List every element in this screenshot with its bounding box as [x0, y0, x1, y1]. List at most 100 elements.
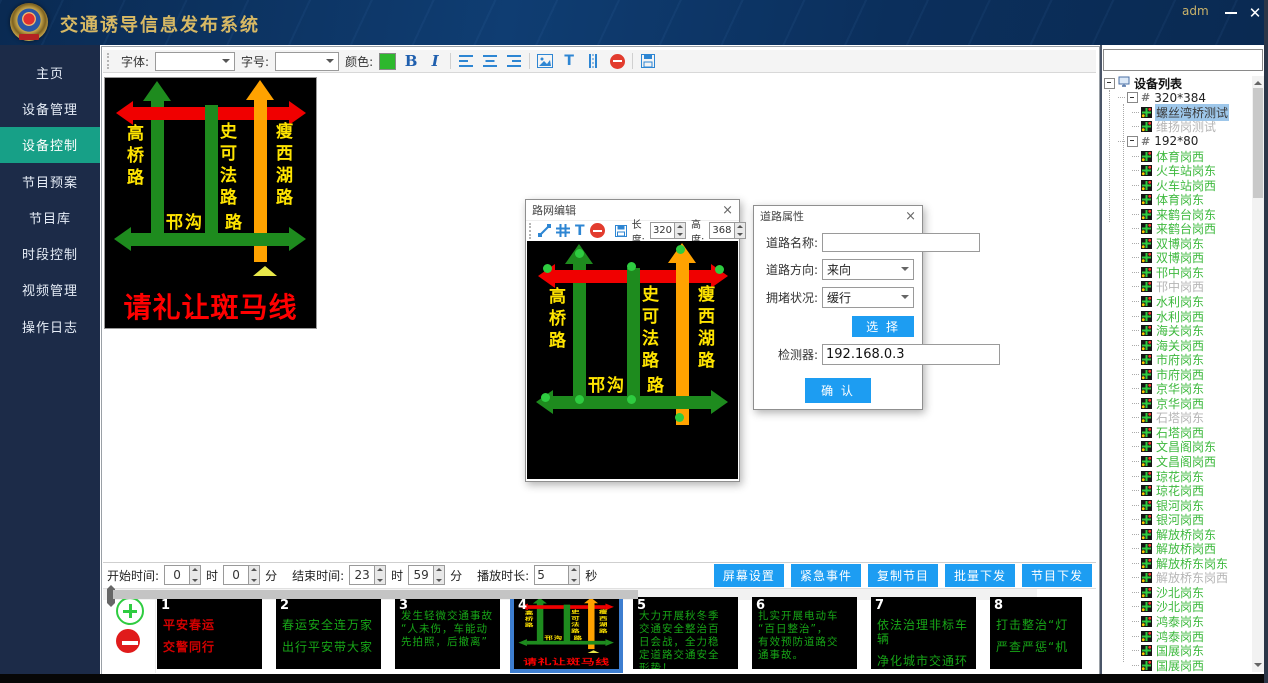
tree-group-label[interactable]: 320*384: [1153, 91, 1207, 105]
text-tool-icon[interactable]: T: [575, 222, 585, 239]
tree-root-label[interactable]: 设备列表: [1133, 76, 1183, 92]
device-search-input[interactable]: [1103, 49, 1263, 71]
playlist-item-4[interactable]: 高桥路史可法路瘦西湖路邗沟路请礼让斑马线4: [514, 597, 619, 669]
edit-handle-dot[interactable]: [676, 245, 685, 254]
height-stepper[interactable]: 368: [709, 222, 745, 239]
close-icon[interactable]: ✕: [1246, 4, 1264, 22]
playlist-item-8[interactable]: 打击整治“灯严查严惩“机8: [990, 597, 1082, 669]
end-hour-stepper[interactable]: 23: [349, 565, 386, 585]
sidebar-item-2[interactable]: 设备管理: [0, 90, 100, 126]
schedule-action-button-2[interactable]: 紧急事件: [791, 564, 861, 587]
edit-handle-dot[interactable]: [675, 413, 684, 422]
road-direction-select[interactable]: 来向: [822, 259, 914, 280]
tree-expander[interactable]: [1104, 78, 1115, 89]
device-tree-item[interactable]: 维扬岗测试: [1155, 118, 1217, 135]
traffic-signal-icon: [1141, 238, 1152, 249]
edit-handle-dot[interactable]: [627, 262, 636, 271]
start-hour-stepper[interactable]: 0: [164, 565, 201, 585]
close-icon[interactable]: ×: [722, 204, 733, 217]
road-label-bottom_road_left: 邗沟: [166, 208, 204, 233]
road-label-left_road: 高桥路: [124, 124, 141, 190]
road-label-bottom_road_left: 邗沟: [588, 371, 626, 396]
playlist-panel: 平安春运交警同行1春运安全连万家出行平安带大家2发生轻微交通事故“人未伤，车能动…: [103, 588, 1096, 673]
sidebar-item-3[interactable]: 设备控制: [0, 127, 100, 163]
tree-expander[interactable]: [1127, 136, 1138, 147]
schedule-action-button-4[interactable]: 批量下发: [945, 564, 1015, 587]
road-name-label: 道路名称:: [754, 234, 818, 251]
dialog-titlebar[interactable]: 道路属性 ×: [754, 206, 922, 226]
road-network-icon[interactable]: [584, 53, 602, 70]
sidebar-item-6[interactable]: 时段控制: [0, 235, 100, 271]
minimize-icon[interactable]: [1222, 4, 1240, 22]
add-program-button[interactable]: [116, 597, 144, 625]
police-badge-logo: [10, 3, 48, 41]
playlist-item-3[interactable]: 发生轻微交通事故“人未伤，车能动先拍照，后撤离”3: [395, 597, 500, 669]
select-button[interactable]: 选 择: [852, 316, 914, 337]
duration-stepper[interactable]: 5: [534, 565, 580, 585]
crossroad-icon[interactable]: [556, 222, 570, 239]
image-icon[interactable]: [536, 53, 554, 70]
playlist-item-2[interactable]: 春运安全连万家出行平安带大家2: [276, 597, 381, 669]
edit-handle-dot[interactable]: [575, 249, 584, 258]
sidebar-item-1[interactable]: 主页: [0, 54, 100, 90]
schedule-action-button-1[interactable]: 屏幕设置: [714, 564, 784, 587]
resolution-group-icon: #: [1141, 135, 1150, 148]
delete-icon[interactable]: [590, 222, 605, 239]
font-select[interactable]: [155, 52, 235, 71]
app-title: 交通诱导信息发布系统: [60, 11, 260, 37]
start-minute-stepper[interactable]: 0: [223, 565, 260, 585]
length-stepper[interactable]: 320: [650, 222, 686, 239]
playlist-item-7[interactable]: 依法治理非标车辆净化城市交通环境7: [871, 597, 976, 669]
size-select[interactable]: [275, 52, 339, 71]
tree-group-label[interactable]: 192*80: [1153, 134, 1199, 148]
color-swatch[interactable]: [379, 53, 396, 70]
device-tree-scrollbar[interactable]: [1252, 76, 1264, 672]
size-label: 字号:: [241, 53, 269, 70]
edit-handle-dot[interactable]: [541, 393, 550, 402]
end-minute-stepper[interactable]: 59: [408, 565, 445, 585]
road-name-field[interactable]: [822, 233, 980, 252]
traffic-signal-icon: [1141, 354, 1152, 365]
draw-line-icon[interactable]: [538, 222, 551, 239]
align-right-icon[interactable]: [505, 53, 523, 70]
bold-icon[interactable]: B: [402, 53, 420, 70]
confirm-button[interactable]: 确 认: [805, 378, 871, 403]
sidebar-item-5[interactable]: 节目库: [0, 199, 100, 235]
congestion-label: 拥堵状况:: [754, 289, 818, 306]
align-center-icon[interactable]: [481, 53, 499, 70]
edit-handle-dot[interactable]: [627, 395, 636, 404]
schedule-action-button-5[interactable]: 节目下发: [1022, 564, 1092, 587]
road-segment: [527, 641, 606, 645]
schedule-action-button-3[interactable]: 复制节目: [868, 564, 938, 587]
traffic-signal-icon: [1141, 543, 1152, 554]
display-preview[interactable]: 高桥路史可法路瘦西湖路邗沟路请礼让斑马线: [104, 77, 317, 329]
italic-icon[interactable]: I: [426, 53, 444, 70]
edit-handle-dot[interactable]: [575, 395, 584, 404]
delete-icon[interactable]: [608, 53, 626, 70]
congestion-select[interactable]: 缓行: [822, 287, 914, 308]
road-network-canvas[interactable]: 高桥路史可法路瘦西湖路邗沟路: [527, 241, 738, 479]
text-tool-icon[interactable]: T: [560, 53, 578, 70]
playlist-item-1[interactable]: 平安春运交警同行1: [157, 597, 262, 669]
window-frame-bottom: [0, 674, 1268, 683]
road-segment: [114, 227, 131, 251]
sidebar-item-7[interactable]: 视频管理: [0, 272, 100, 308]
edit-handle-dot[interactable]: [543, 264, 552, 273]
align-left-icon[interactable]: [457, 53, 475, 70]
edit-handle-dot[interactable]: [715, 265, 724, 274]
device-tree-item[interactable]: 国展岗西: [1155, 657, 1205, 672]
detector-field[interactable]: [822, 344, 1000, 365]
remove-program-button[interactable]: [116, 629, 140, 653]
sidebar-item-4[interactable]: 节目预案: [0, 163, 100, 199]
playlist-item-5[interactable]: 大力开展秋冬季交通安全整治百日会战，全力稳定道路交通安全形势！5: [633, 597, 738, 669]
save-icon[interactable]: [615, 222, 627, 239]
start-time-label: 开始时间:: [107, 567, 159, 584]
road-label-middle_road: 史可法路: [217, 122, 234, 210]
tree-expander[interactable]: [1127, 92, 1138, 103]
device-list-icon: [1118, 76, 1130, 90]
traffic-signal-icon: [1141, 616, 1152, 627]
sidebar-item-8[interactable]: 操作日志: [0, 308, 100, 344]
playlist-item-6[interactable]: 扎实开展电动车“百日整治”，有效预防道路交通事故。6: [752, 597, 857, 669]
close-icon[interactable]: ×: [905, 210, 916, 223]
save-icon[interactable]: [639, 53, 657, 70]
